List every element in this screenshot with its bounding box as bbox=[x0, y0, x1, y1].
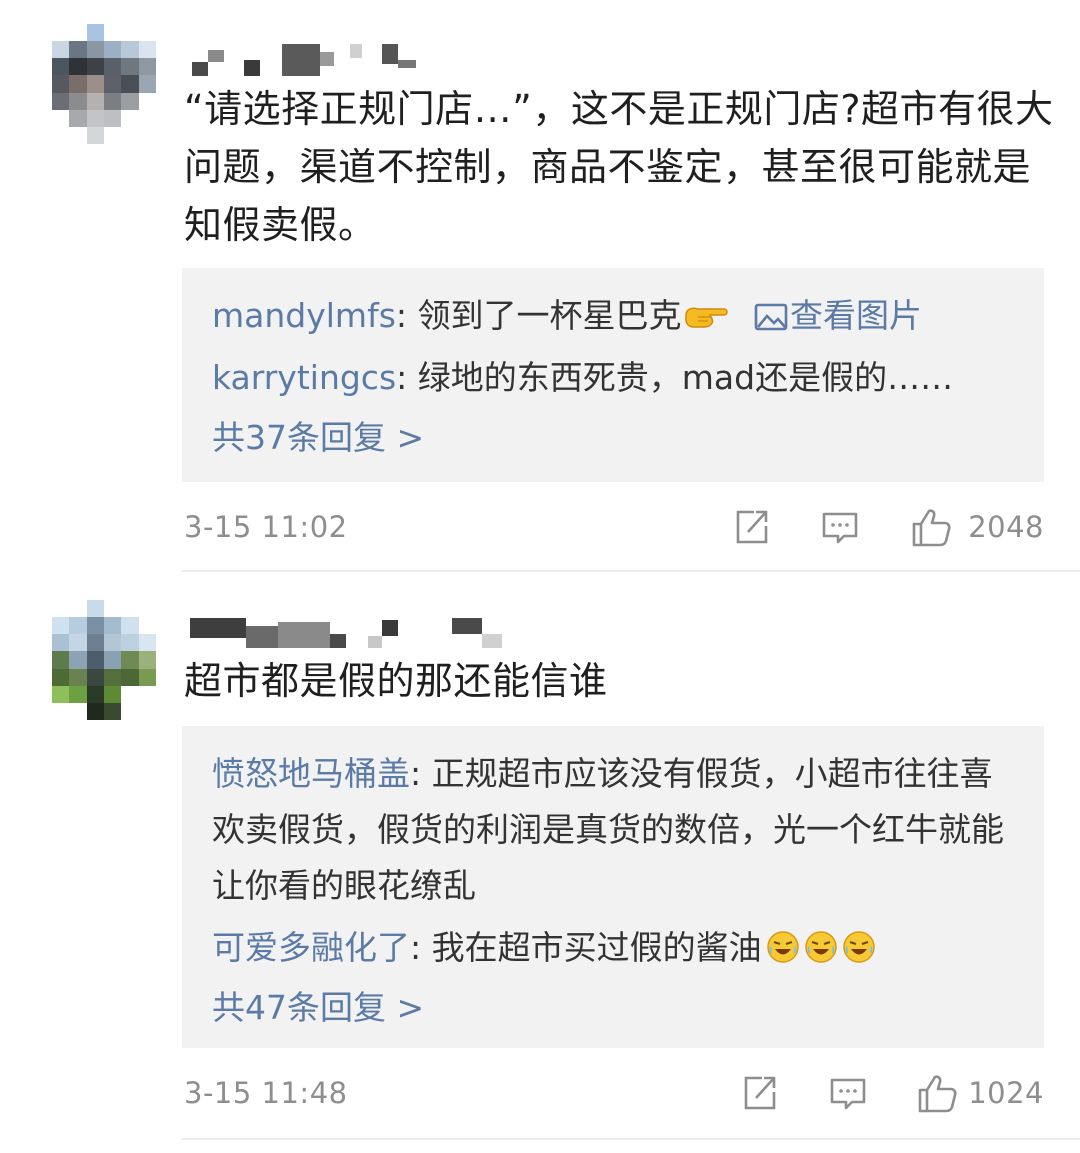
share-icon[interactable] bbox=[740, 1074, 780, 1119]
comment-footer: 3-15 11:48 1024 bbox=[184, 1070, 1044, 1120]
reply-item: 愤怒地马桶盖: 正规超市应该没有假货，小超市往往喜欢卖假货，假货的利润是真货的数… bbox=[212, 754, 1004, 905]
comment-footer: 3-15 11:02 2048 bbox=[184, 504, 1044, 554]
pointing-hand-emoji bbox=[684, 292, 730, 328]
divider bbox=[182, 1138, 1080, 1140]
timestamp: 3-15 11:02 bbox=[184, 510, 348, 544]
reply-username[interactable]: karrytingcs bbox=[212, 358, 396, 397]
replies-box[interactable]: 愤怒地马桶盖: 正规超市应该没有假货，小超市往往喜欢卖假货，假货的利润是真货的数… bbox=[182, 726, 1044, 1048]
comment-icon[interactable] bbox=[820, 508, 860, 555]
timestamp: 3-15 11:48 bbox=[184, 1076, 348, 1110]
avatar[interactable] bbox=[52, 600, 156, 720]
replies-box[interactable]: mandylmfs: 领到了一杯星巴克 查看图片 karrytingcs: 绿地… bbox=[182, 268, 1044, 482]
like-count: 2048 bbox=[968, 510, 1044, 544]
share-icon[interactable] bbox=[732, 508, 772, 553]
image-icon[interactable] bbox=[754, 293, 790, 331]
reply-username[interactable]: 愤怒地马桶盖 bbox=[212, 754, 410, 793]
reply-item: 可爱多融化了: 我在超市买过假的酱油 bbox=[212, 920, 1014, 976]
reply-text: 领到了一杯星巴克 bbox=[417, 296, 682, 335]
laughing-crying-emoji bbox=[804, 925, 838, 963]
laughing-crying-emoji bbox=[842, 925, 876, 963]
thumbs-up-icon[interactable] bbox=[916, 1074, 958, 1121]
reply-item: mandylmfs: 领到了一杯星巴克 查看图片 bbox=[212, 288, 1014, 344]
view-image-link[interactable]: 查看图片 bbox=[790, 296, 922, 335]
thumbs-up-icon[interactable] bbox=[910, 508, 952, 555]
more-replies-link[interactable]: 共37条回复 > bbox=[212, 410, 1014, 466]
divider bbox=[182, 570, 1080, 572]
reply-item: karrytingcs: 绿地的东西死贵，mad还是假的…… bbox=[212, 358, 954, 397]
comment-icon[interactable] bbox=[828, 1074, 868, 1121]
reply-text: 绿地的东西死贵，mad还是假的…… bbox=[417, 358, 954, 397]
reply-username[interactable]: mandylmfs bbox=[212, 296, 396, 335]
comment-text: “请选择正规门店…”，这不是正规门店?超市有很大问题，渠道不控制，商品不鉴定，甚… bbox=[184, 87, 1054, 247]
reply-username[interactable]: 可爱多融化了 bbox=[212, 928, 410, 967]
like-count: 1024 bbox=[968, 1076, 1044, 1110]
more-replies-link[interactable]: 共47条回复 > bbox=[212, 980, 1014, 1036]
comment-text: 超市都是假的那还能信谁 bbox=[184, 659, 608, 703]
reply-text: 我在超市买过假的酱油 bbox=[431, 928, 762, 967]
avatar[interactable] bbox=[52, 24, 156, 144]
laughing-crying-emoji bbox=[766, 925, 800, 963]
